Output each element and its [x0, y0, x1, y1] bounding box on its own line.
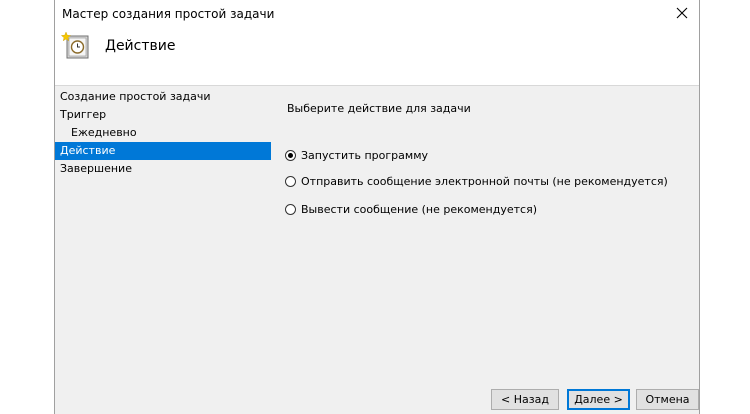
radio-button[interactable]: [285, 175, 296, 187]
action-prompt: Выберите действие для задачи: [287, 102, 471, 115]
sidebar-item-create-task[interactable]: Создание простой задачи: [55, 88, 271, 106]
radio-button-checked[interactable]: [285, 149, 296, 161]
sidebar-item-action[interactable]: Действие: [55, 142, 271, 160]
next-button[interactable]: Далее >: [567, 389, 630, 410]
wizard-window: Мастер создания простой задачи Действие …: [54, 0, 700, 414]
sidebar-item-trigger[interactable]: Триггер: [55, 106, 271, 124]
back-button[interactable]: < Назад: [491, 389, 559, 410]
wizard-content: Выберите действие для задачи Запустить п…: [277, 94, 699, 394]
wizard-header: Действие: [55, 28, 699, 86]
radio-label: Вывести сообщение (не рекомендуется): [301, 202, 537, 216]
sidebar-item-finish[interactable]: Завершение: [55, 160, 271, 178]
page-title: Действие: [105, 38, 176, 54]
cancel-button[interactable]: Отмена: [636, 389, 699, 410]
close-button[interactable]: [665, 0, 699, 28]
title-bar: Мастер создания простой задачи: [55, 0, 699, 28]
radio-start-program[interactable]: Запустить программу: [285, 147, 428, 163]
radio-button[interactable]: [285, 203, 296, 215]
sidebar-item-daily[interactable]: Ежедневно: [55, 124, 271, 142]
radio-label: Запустить программу: [301, 148, 428, 162]
radio-display-message[interactable]: Вывести сообщение (не рекомендуется): [285, 201, 537, 217]
radio-send-email[interactable]: Отправить сообщение электронной почты (н…: [285, 173, 668, 189]
close-icon: [676, 7, 688, 22]
task-scheduler-clock-icon: [60, 31, 91, 61]
wizard-steps-sidebar: Создание простой задачи Триггер Ежедневн…: [55, 88, 271, 178]
window-title: Мастер создания простой задачи: [62, 7, 275, 21]
radio-label: Отправить сообщение электронной почты (н…: [301, 174, 668, 188]
